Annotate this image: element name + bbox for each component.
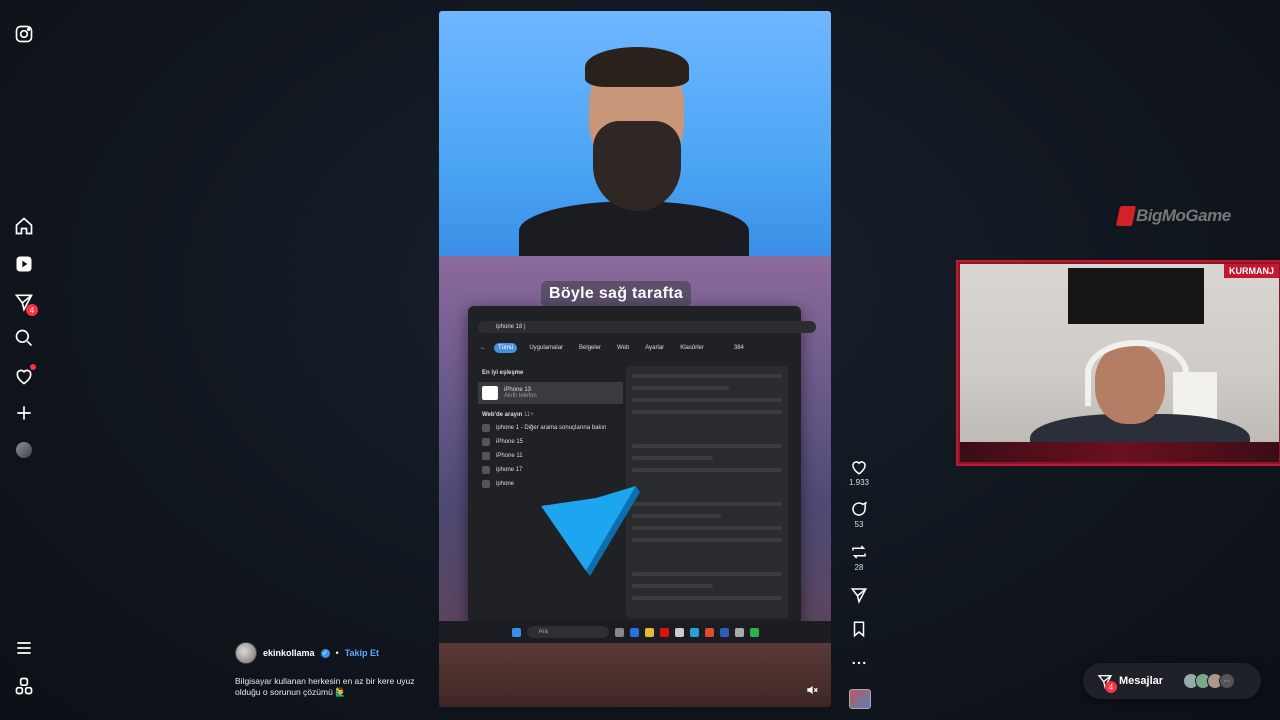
presenter bbox=[519, 47, 749, 261]
notification-dot bbox=[30, 364, 36, 370]
account-avatar[interactable] bbox=[235, 642, 257, 664]
doc-icon bbox=[482, 438, 490, 446]
messages-button[interactable]: 4 Mesajlar ⋯ bbox=[1083, 663, 1261, 699]
windows-search-panel: iphone 18 | ← Tümü Uygulamalar Belgeler … bbox=[468, 306, 816, 624]
win-preview-pane bbox=[626, 366, 788, 618]
verified-icon: ✓ bbox=[320, 648, 330, 658]
win-tab: Belgeler bbox=[579, 345, 602, 351]
save-button[interactable] bbox=[839, 620, 879, 640]
whatsapp-icon bbox=[749, 627, 759, 637]
web-search-header: Web'de arayın 11+ bbox=[482, 412, 534, 418]
win-tab: Ayarlar bbox=[645, 345, 665, 351]
home-icon[interactable] bbox=[12, 214, 36, 238]
best-match-sub: Akıllı telefon bbox=[504, 393, 537, 399]
repost-button[interactable]: 28 bbox=[839, 543, 879, 572]
messages-icon: 4 bbox=[1097, 673, 1117, 693]
account-row: ekinkollama ✓ • Takip Et bbox=[235, 642, 379, 664]
audio-thumbnail[interactable] bbox=[849, 689, 871, 709]
search-icon bbox=[482, 480, 490, 488]
win-taskbar: Ara bbox=[439, 621, 831, 643]
win-tab: Klasörler bbox=[680, 345, 704, 351]
mute-toggle-icon[interactable] bbox=[805, 683, 819, 697]
app-icon bbox=[659, 627, 669, 637]
notifications-icon[interactable] bbox=[12, 364, 36, 388]
account-username[interactable]: ekinkollama bbox=[263, 648, 315, 658]
list-item: iphone 17 bbox=[482, 466, 619, 474]
webcam-overlay: KURMANJ bbox=[958, 262, 1280, 464]
headset bbox=[1085, 340, 1189, 406]
messages-label: Mesajlar bbox=[1119, 675, 1164, 687]
like-button[interactable]: 1.933 bbox=[839, 458, 879, 487]
phone-icon bbox=[482, 386, 498, 400]
best-match-header: En iyi eşleşme bbox=[482, 370, 524, 376]
doc-icon bbox=[482, 452, 490, 460]
folder-icon bbox=[644, 627, 654, 637]
win-tab-count: 384 bbox=[733, 345, 744, 351]
separator-dot: • bbox=[335, 648, 339, 658]
share-icon bbox=[850, 588, 867, 604]
app-icon bbox=[734, 627, 744, 637]
instagram-logo-icon[interactable] bbox=[12, 22, 36, 46]
comment-icon bbox=[852, 501, 867, 516]
also-from-meta-icon[interactable] bbox=[12, 674, 36, 698]
more-icon bbox=[852, 661, 866, 665]
reel-description: Bilgisayar kullanan herkesin en az bir k… bbox=[235, 676, 415, 697]
brand-logo-icon bbox=[1115, 206, 1137, 226]
profile-avatar[interactable] bbox=[12, 438, 36, 462]
repost-icon bbox=[852, 545, 866, 559]
screen-recording: Böyle sağ tarafta iphone 18 | ← Tümü Uyg… bbox=[439, 256, 831, 707]
messages-badge: 4 bbox=[26, 304, 38, 316]
comment-count: 53 bbox=[854, 520, 864, 529]
heart-icon bbox=[852, 461, 866, 475]
search-icon[interactable] bbox=[12, 326, 36, 350]
comment-button[interactable]: 53 bbox=[839, 500, 879, 529]
presenter-frame bbox=[439, 11, 831, 261]
create-icon[interactable] bbox=[12, 401, 36, 425]
search-icon bbox=[482, 466, 490, 474]
messages-icon[interactable]: 4 bbox=[12, 290, 38, 316]
windows-start-icon bbox=[511, 627, 521, 637]
menu-icon[interactable] bbox=[12, 636, 36, 660]
app-icon bbox=[719, 627, 729, 637]
reel-video[interactable]: Böyle sağ tarafta iphone 18 | ← Tümü Uyg… bbox=[439, 11, 831, 707]
win-search-field: iphone 18 | bbox=[478, 321, 816, 333]
follow-button[interactable]: Takip Et bbox=[345, 648, 379, 658]
brand-watermark: BigMoGame bbox=[1115, 206, 1231, 226]
left-sidebar: 4 bbox=[0, 0, 48, 720]
message-avatars: ⋯ bbox=[1183, 673, 1236, 689]
tv-screen bbox=[1068, 268, 1204, 324]
list-item: iPhone 11 bbox=[482, 452, 619, 460]
desk-surface bbox=[439, 643, 831, 707]
taskbar-search: Ara bbox=[526, 626, 609, 638]
best-match-item: iPhone 13 Akıllı telefon bbox=[478, 382, 623, 404]
video-caption: Böyle sağ tarafta bbox=[541, 281, 692, 307]
cam-bottom-strip bbox=[960, 442, 1279, 462]
app-icon bbox=[689, 627, 699, 637]
list-item: iPhone 15 bbox=[482, 438, 619, 446]
app-icon bbox=[674, 627, 684, 637]
chrome-icon bbox=[704, 627, 714, 637]
like-count: 1.933 bbox=[848, 478, 870, 487]
win-back-icon: ← bbox=[480, 345, 486, 351]
taskview-icon bbox=[614, 627, 624, 637]
edge-icon bbox=[629, 627, 639, 637]
search-icon bbox=[482, 424, 490, 432]
more-options-button[interactable] bbox=[839, 654, 879, 674]
win-tab: Uygulamalar bbox=[529, 345, 564, 351]
arrow-graphic bbox=[541, 486, 640, 576]
win-tab: Tümü bbox=[494, 343, 518, 353]
bookmark-icon bbox=[853, 621, 865, 638]
reels-icon[interactable] bbox=[12, 252, 36, 276]
win-tab: Web bbox=[617, 345, 630, 351]
win-tabs: ← Tümü Uygulamalar Belgeler Web Ayarlar … bbox=[480, 343, 744, 353]
brand-text: BigMoGame bbox=[1136, 206, 1231, 225]
repost-count: 28 bbox=[854, 563, 864, 572]
win-results: En iyi eşleşme iPhone 13 Akıllı telefon … bbox=[478, 366, 623, 494]
messages-pill-badge: 4 bbox=[1105, 681, 1117, 693]
cam-tag: KURMANJ bbox=[1224, 264, 1279, 278]
list-item: iphone 1 - Diğer arama sonuçlarına bakın bbox=[482, 424, 619, 432]
share-button[interactable] bbox=[839, 586, 879, 606]
